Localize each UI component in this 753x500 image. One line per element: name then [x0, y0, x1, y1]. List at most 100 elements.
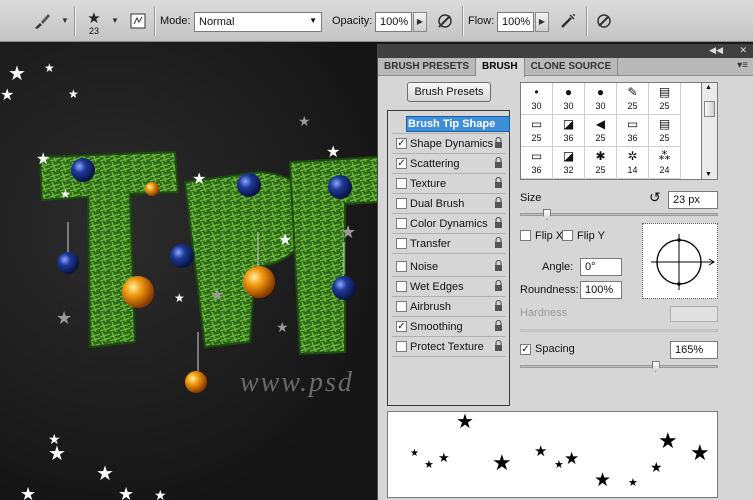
spacing-slider-knob[interactable]: [651, 361, 660, 372]
collapse-icon[interactable]: ◀◀: [709, 45, 723, 56]
brush-option-checkbox[interactable]: ✓: [396, 158, 407, 169]
brush-option-label: Brush Tip Shape: [406, 116, 510, 132]
brush-option-checkbox[interactable]: [396, 261, 407, 272]
spacing-input[interactable]: 165%: [670, 341, 718, 359]
tab-brush[interactable]: BRUSH: [476, 58, 525, 77]
tool-preset-dropdown[interactable]: ▼: [58, 12, 72, 32]
brush-option-checkbox[interactable]: [396, 178, 407, 189]
brush-option-label: Wet Edges: [410, 281, 464, 293]
brush-option-transfer[interactable]: Transfer: [388, 234, 509, 254]
brush-tip-cell[interactable]: ▭ 25: [521, 115, 553, 147]
angle-input[interactable]: 0°: [580, 258, 622, 276]
brush-tip-cell[interactable]: ◪ 36: [553, 115, 585, 147]
divider: [586, 6, 587, 36]
lock-icon[interactable]: [494, 260, 503, 272]
spacing-checkbox[interactable]: ✓: [520, 344, 531, 355]
pressure-size-icon[interactable]: [592, 9, 616, 33]
mode-select[interactable]: Normal ▼: [194, 12, 322, 32]
brush-tip-cell[interactable]: ✱ 25: [585, 147, 617, 179]
brush-option-checkbox[interactable]: [396, 238, 407, 249]
lock-icon[interactable]: [494, 340, 503, 352]
brush-tip-cell[interactable]: ▤ 25: [649, 83, 681, 115]
brush-option-checkbox[interactable]: [396, 198, 407, 209]
brush-option-scattering[interactable]: ✓ Scattering: [388, 154, 509, 174]
brush-tip-scrollbar[interactable]: ▲ ▼: [701, 82, 718, 180]
flip-y-checkbox[interactable]: [562, 230, 573, 241]
brush-tip-cell[interactable]: • 30: [521, 83, 553, 115]
brush-option-shape-dynamics[interactable]: ✓ Shape Dynamics: [388, 134, 509, 154]
brush-option-checkbox[interactable]: ✓: [396, 138, 407, 149]
angle-label: Angle:: [542, 261, 574, 273]
opacity-slider-button[interactable]: ▶: [413, 12, 427, 32]
brush-tip-cell[interactable]: ◪ 32: [553, 147, 585, 179]
brush-tip-cell[interactable]: ● 30: [585, 83, 617, 115]
brush-option-airbrush[interactable]: Airbrush: [388, 297, 509, 317]
panel-menu-icon[interactable]: ▾≡: [737, 60, 748, 71]
brush-tool-icon[interactable]: [30, 9, 54, 33]
toggle-brush-panel-icon[interactable]: [126, 9, 150, 33]
brush-option-texture[interactable]: Texture: [388, 174, 509, 194]
lock-icon[interactable]: [494, 217, 503, 229]
brush-option-checkbox[interactable]: [396, 341, 407, 352]
airbrush-icon[interactable]: [556, 9, 580, 33]
brush-picker-dropdown[interactable]: ▼: [108, 12, 122, 32]
brush-tip-cell[interactable]: ▭ 36: [521, 147, 553, 179]
scroll-thumb[interactable]: [704, 101, 715, 117]
brush-tip-cell[interactable]: ◀ 25: [585, 115, 617, 147]
brush-tip-cell[interactable]: ⁂ 24: [649, 147, 681, 179]
size-slider[interactable]: [520, 209, 718, 220]
brush-option-checkbox[interactable]: ✓: [396, 321, 407, 332]
svg-text:★: ★: [48, 441, 66, 465]
brush-tip-size: 14: [627, 165, 638, 175]
panel-title-bar[interactable]: ◀◀ ✕: [378, 44, 753, 58]
brush-option-checkbox[interactable]: [396, 301, 407, 312]
lock-icon[interactable]: [494, 300, 503, 312]
flow-input[interactable]: 100%: [497, 12, 534, 32]
brush-tip-cell[interactable]: ● 30: [553, 83, 585, 115]
lock-icon[interactable]: [494, 237, 503, 249]
brush-option-wet-edges[interactable]: Wet Edges: [388, 277, 509, 297]
flow-slider-button[interactable]: ▶: [535, 12, 549, 32]
brush-tip-cell[interactable]: ▭ 36: [617, 115, 649, 147]
svg-text:★: ★: [554, 458, 564, 471]
brush-tip-size: 30: [531, 101, 542, 111]
pressure-opacity-icon[interactable]: [433, 9, 457, 33]
brush-option-label: Protect Texture: [410, 341, 484, 353]
flip-x-checkbox[interactable]: [520, 230, 531, 241]
brush-tip-thumbnail-icon: ✲: [627, 149, 638, 163]
spacing-slider[interactable]: [520, 361, 718, 372]
scroll-down-icon[interactable]: ▼: [705, 171, 712, 178]
roundness-input[interactable]: 100%: [580, 281, 622, 299]
opacity-input[interactable]: 100%: [375, 12, 412, 32]
lock-icon[interactable]: [494, 280, 503, 292]
brush-option-protect-texture[interactable]: Protect Texture: [388, 337, 509, 357]
lock-icon[interactable]: [494, 137, 503, 149]
brush-option-dual-brush[interactable]: Dual Brush: [388, 194, 509, 214]
brush-tip-cell[interactable]: ✎ 25: [617, 83, 649, 115]
brush-presets-button[interactable]: Brush Presets: [407, 82, 491, 102]
brush-option-checkbox[interactable]: [396, 281, 407, 292]
brush-tip-cell[interactable]: ▤ 25: [649, 115, 681, 147]
tab-clone-source[interactable]: CLONE SOURCE: [525, 58, 619, 76]
brush-tip-cell[interactable]: ✲ 14: [617, 147, 649, 179]
brush-tip-grid[interactable]: • 30 ● 30 ● 30 ✎ 25 ▤ 25 ▭ 25 ◪ 36 ◀ 25 ▭ 36 ▤ 25 ▭ 36 ◪ 32 ✱ 25 ✲…: [520, 82, 718, 180]
tab-brush-presets[interactable]: BRUSH PRESETS: [378, 58, 477, 76]
scroll-up-icon[interactable]: ▲: [705, 84, 712, 91]
lock-icon[interactable]: [494, 177, 503, 189]
brush-option-checkbox[interactable]: [396, 218, 407, 229]
lock-icon[interactable]: [494, 197, 503, 209]
brush-angle-preview[interactable]: [642, 223, 718, 299]
reset-size-icon[interactable]: ↺: [649, 189, 661, 206]
brush-option-noise[interactable]: Noise: [388, 257, 509, 277]
lock-icon[interactable]: [494, 157, 503, 169]
brush-option-smoothing[interactable]: ✓ Smoothing: [388, 317, 509, 337]
close-icon[interactable]: ✕: [739, 45, 747, 56]
lock-icon[interactable]: [494, 320, 503, 332]
document-canvas[interactable]: ★ ★ ★ ★ ★ ★ ★ ★ ★ ★ ★ ★ ★ ★ ★ ★ ★ ★ ★ ★ …: [0, 42, 380, 500]
size-slider-knob[interactable]: [542, 209, 551, 220]
size-input[interactable]: 23 px: [668, 191, 718, 209]
brush-option-color-dynamics[interactable]: Color Dynamics: [388, 214, 509, 234]
brush-option-brush-tip-shape[interactable]: Brush Tip Shape: [388, 114, 510, 134]
angle-value: 0°: [585, 261, 596, 273]
options-bar: ▼ ★ 23 ▼ Mode: Normal ▼ Opacity: 100% ▶ …: [0, 0, 753, 42]
